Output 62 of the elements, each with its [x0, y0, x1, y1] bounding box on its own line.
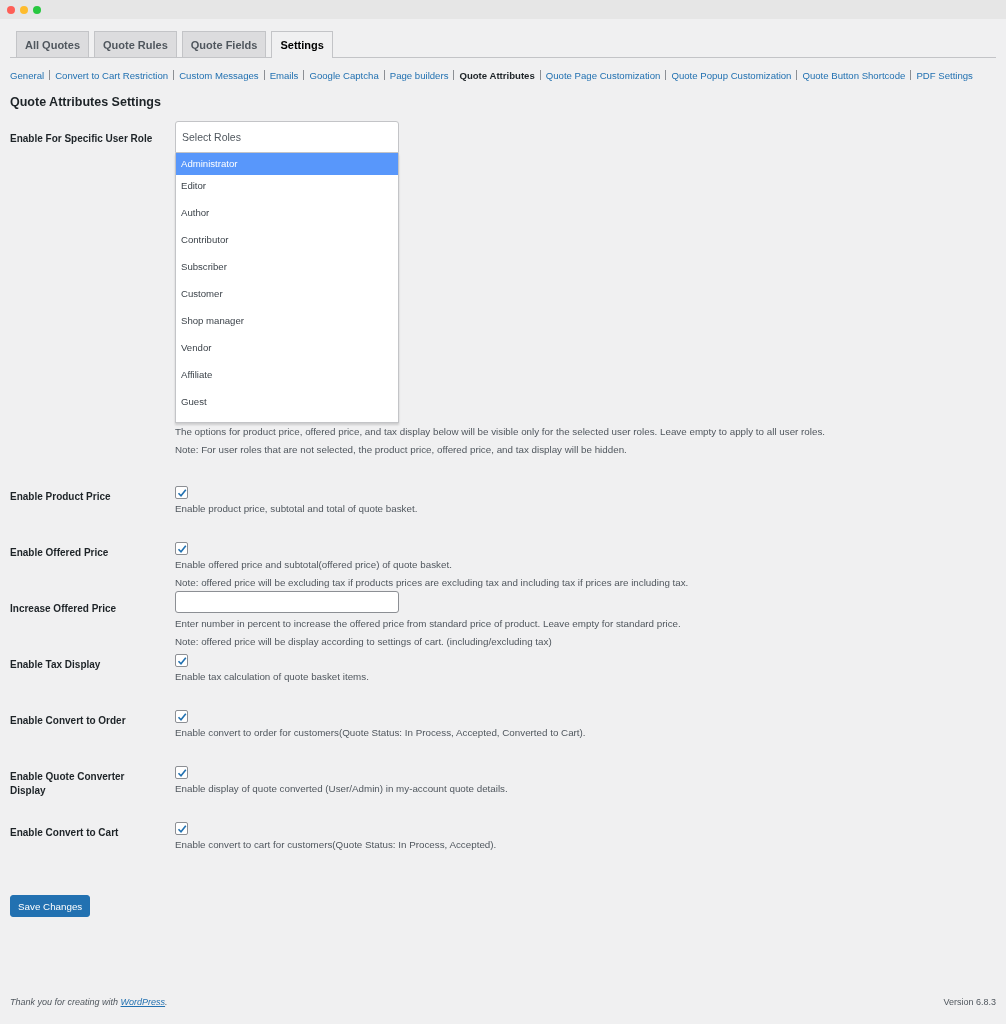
section-heading: Quote Attributes Settings: [10, 95, 162, 109]
checkmark-icon: [176, 711, 187, 722]
setting-label: Enable Convert to Order: [10, 714, 127, 728]
save-button[interactable]: Save Changes: [10, 895, 91, 917]
field-description: Note: offered price will be excluding tax if products prices are excluding tax and including tax if prices are including tax.: [175, 576, 690, 590]
subnav-link[interactable]: Quote Button Shortcode: [802, 69, 906, 81]
role-option[interactable]: Contributor: [176, 229, 398, 256]
checkmark-icon: [176, 487, 187, 498]
checkmark-icon: [176, 543, 187, 554]
subnav-link[interactable]: PDF Settings: [916, 69, 973, 81]
setting-label: Enable For Specific User Role: [10, 132, 154, 146]
role-option[interactable]: Customer: [176, 283, 398, 310]
tab[interactable]: Quote Fields: [181, 31, 267, 57]
setting-label: Enable Convert to Cart: [10, 826, 120, 840]
role-option[interactable]: Vendor: [176, 337, 398, 364]
field-description: Note: offered price will be display according to settings of cart. (including/excluding tax): [175, 635, 553, 649]
field-description: Enable product price, subtotal and total of quote basket.: [175, 502, 419, 516]
role-option[interactable]: Guest: [176, 391, 398, 418]
roles-select-field[interactable]: Select Roles: [175, 121, 399, 153]
subnav-link[interactable]: Quote Page Customization: [545, 69, 661, 81]
checkbox[interactable]: [175, 542, 188, 555]
field-description: Enable tax calculation of quote basket items.: [175, 670, 370, 684]
subnav-link[interactable]: Quote Popup Customization: [671, 69, 792, 81]
footer-credit: Thank you for creating with WordPress.: [10, 997, 168, 1007]
role-option[interactable]: Author: [176, 202, 398, 229]
setting-label: Enable Offered Price: [10, 546, 110, 560]
field-description: Enable display of quote converted (User/Admin) in my-account quote details.: [175, 782, 509, 796]
checkmark-icon: [176, 823, 187, 834]
field-description: Note: For user roles that are not selected, the product price, offered price, and tax display will be hidden.: [175, 443, 628, 457]
role-option[interactable]: Shop manager: [176, 310, 398, 337]
version-text: Version 6.8.3: [943, 997, 996, 1007]
field-description: Enable convert to cart for customers(Quote Status: In Process, Accepted).: [175, 838, 498, 852]
role-option[interactable]: Editor: [176, 175, 398, 202]
tab[interactable]: All Quotes: [16, 31, 89, 57]
setting-label: Increase Offered Price: [10, 602, 118, 616]
tab[interactable]: Settings: [271, 31, 333, 58]
checkmark-icon: [176, 655, 187, 666]
role-option[interactable]: Subscriber: [176, 256, 398, 283]
subnav-link[interactable]: Custom Messages: [179, 69, 259, 81]
tab[interactable]: Quote Rules: [94, 31, 177, 57]
field-description: The options for product price, offered price, and tax display below will be visible only for the selected user roles. Leave empty to apply to all user roles.: [175, 425, 827, 439]
subnav-link[interactable]: Quote Attributes: [459, 69, 535, 81]
checkbox[interactable]: [175, 654, 188, 667]
checkbox[interactable]: [175, 822, 188, 835]
setting-label: Enable Tax Display: [10, 658, 102, 672]
checkmark-icon: [176, 767, 187, 778]
subnav-link[interactable]: Emails: [269, 69, 299, 81]
checkbox[interactable]: [175, 486, 188, 499]
subnav-link[interactable]: Google Captcha: [309, 69, 379, 81]
checkbox[interactable]: [175, 766, 188, 779]
subnav-link[interactable]: Page builders: [389, 69, 449, 81]
field-description: Enable offered price and subtotal(offered price) of quote basket.: [175, 558, 453, 572]
setting-label: Enable Quote Converter Display: [10, 770, 126, 798]
subnav-link[interactable]: Convert to Cart Restriction: [55, 69, 169, 81]
role-option[interactable]: Affiliate: [176, 364, 398, 391]
setting-label: Enable Product Price: [10, 490, 112, 504]
number-input-field[interactable]: [175, 591, 399, 613]
role-option[interactable]: Administrator: [176, 153, 398, 175]
field-description: Enable convert to order for customers(Quote Status: In Process, Accepted, Converted to Cart).: [175, 726, 587, 740]
field-description: Enter number in percent to increase the offered price from standard price of product. Leave empty for standard price.: [175, 617, 682, 631]
checkbox[interactable]: [175, 710, 188, 723]
subnav-link[interactable]: General: [10, 69, 45, 81]
